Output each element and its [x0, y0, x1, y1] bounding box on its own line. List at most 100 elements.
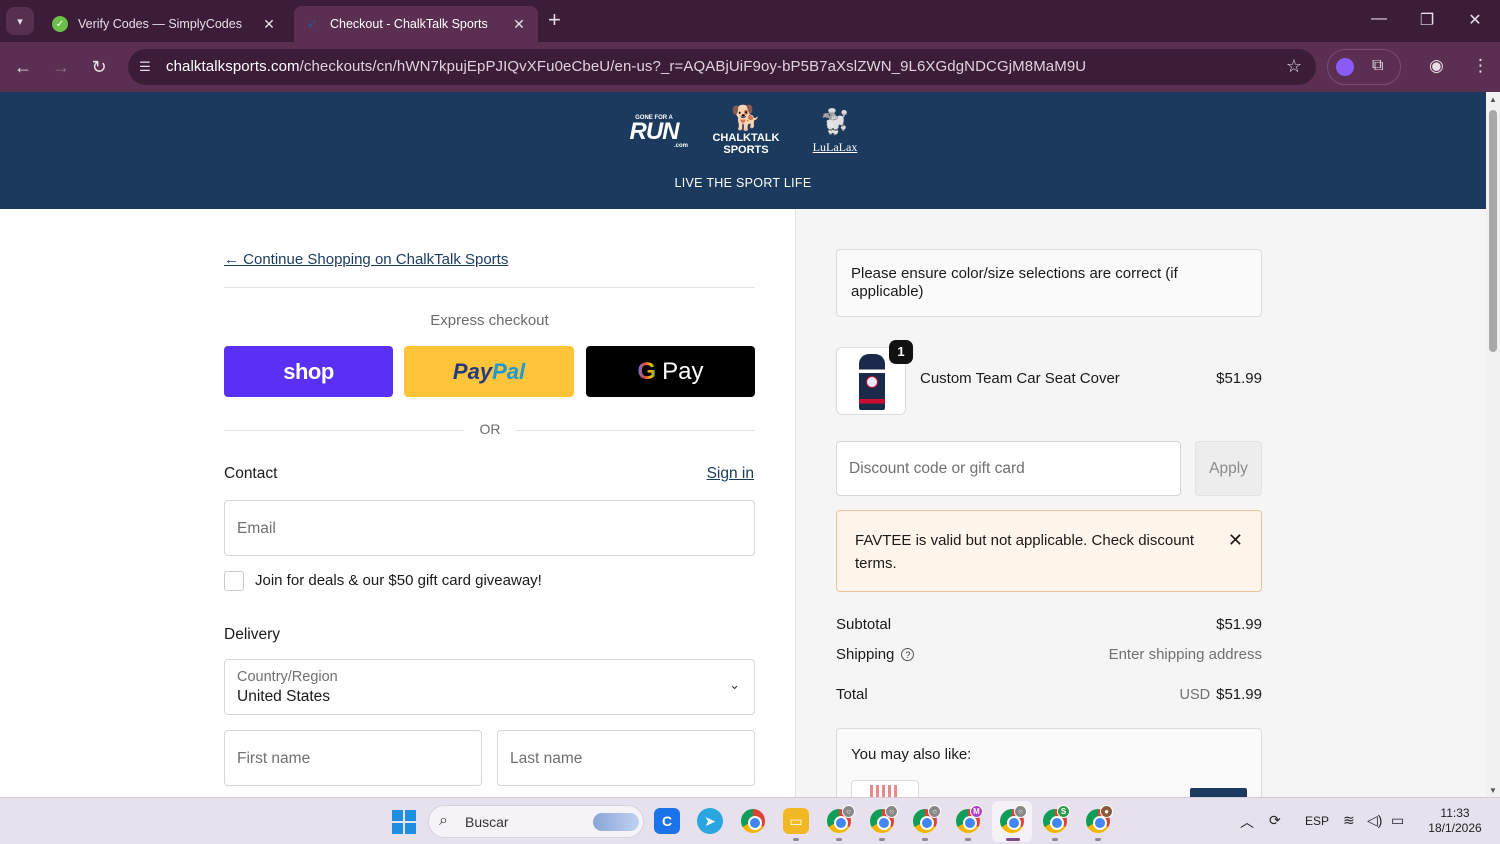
first-name-field[interactable]: First name: [224, 730, 482, 786]
profile-badge-icon: ○: [1014, 805, 1027, 818]
divider: [516, 430, 755, 431]
running-indicator: [1052, 838, 1058, 841]
profile-badge-icon: ○: [842, 805, 855, 818]
tab-search-button[interactable]: ▾: [6, 7, 34, 35]
gone-for-a-run-logo[interactable]: GONE FOR A RUN .com: [620, 106, 689, 162]
order-summary-column: Please ensure color/size selections are …: [796, 209, 1486, 810]
email-field[interactable]: Email: [224, 500, 755, 556]
volume-icon[interactable]: ◁): [1367, 812, 1382, 829]
subtotal-label: Subtotal: [836, 616, 892, 633]
delivery-heading: Delivery: [224, 626, 280, 643]
help-question-icon[interactable]: ?: [901, 648, 915, 661]
running-indicator: [1095, 838, 1101, 841]
checkout-form-column: ← Continue Shopping on ChalkTalk Sports …: [0, 209, 796, 797]
profile-icon[interactable]: ◉: [1429, 56, 1444, 76]
store-tagline: LIVE THE SPORT LIFE: [674, 176, 812, 190]
scroll-down-arrow-icon[interactable]: ▼: [1489, 786, 1497, 795]
running-indicator: [965, 838, 971, 841]
menu-kebab-icon[interactable]: ⋮: [1472, 56, 1489, 76]
sign-in-link[interactable]: Sign in: [707, 465, 754, 483]
bookmark-star-icon[interactable]: ☆: [1286, 56, 1302, 77]
windows-taskbar: ⌕ Buscar C ➤ ▭ ○ ○ ○ M ○ S ● ︿ ⟳ ESP ≋ ◁…: [0, 797, 1500, 844]
chevron-up-icon[interactable]: ︿: [1240, 812, 1254, 832]
google-pay-button[interactable]: G Pay: [586, 346, 755, 397]
battery-icon[interactable]: ▭: [1391, 812, 1404, 829]
taskbar-search[interactable]: ⌕ Buscar: [428, 805, 644, 838]
back-arrow-icon[interactable]: ←: [11, 55, 35, 79]
running-indicator: [879, 838, 885, 841]
profile-badge-icon: ●: [1100, 805, 1113, 818]
scroll-thumb[interactable]: [1489, 110, 1497, 352]
express-checkout-label: Express checkout: [430, 312, 549, 329]
wifi-icon[interactable]: ≋: [1343, 812, 1355, 829]
newsletter-label[interactable]: Join for deals & our $50 gift card givea…: [255, 572, 542, 589]
extensions-group: ⧉: [1327, 49, 1401, 85]
ai-extension-icon[interactable]: [1336, 58, 1354, 76]
url-text[interactable]: chalktalksports.com/checkouts/cn/hWN7kpu…: [166, 58, 1086, 75]
paypal-button[interactable]: Pay Pal: [404, 346, 574, 397]
discount-error-text: FAVTEE is valid but not applicable. Chec…: [855, 532, 1195, 572]
restore-icon[interactable]: ❐: [1412, 10, 1442, 30]
continue-shopping-link[interactable]: ← Continue Shopping on ChalkTalk Sports: [224, 251, 508, 268]
address-bar[interactable]: ☰ chalktalksports.com/checkouts/cn/hWN7k…: [128, 49, 1316, 85]
selection-notice: Please ensure color/size selections are …: [836, 249, 1262, 317]
browser-toolbar: ← → ↻ ☰ chalktalksports.com/checkouts/cn…: [0, 42, 1500, 92]
recommendations-title: You may also like:: [851, 746, 972, 763]
new-tab-button[interactable]: +: [548, 9, 561, 31]
or-separator: OR: [479, 421, 501, 437]
language-indicator[interactable]: ESP: [1305, 814, 1329, 828]
chrome-app-icon[interactable]: [741, 809, 765, 833]
divider: [224, 430, 464, 431]
active-indicator: [1006, 838, 1020, 841]
close-window-icon[interactable]: ✕: [1460, 10, 1490, 30]
forward-arrow-icon[interactable]: →: [49, 55, 73, 79]
discount-code-input[interactable]: Discount code or gift card: [836, 441, 1181, 496]
search-icon: ⌕: [439, 812, 448, 829]
chevron-down-icon: ⌄: [729, 677, 740, 692]
close-tab-icon[interactable]: ✕: [510, 16, 528, 33]
telegram-app-icon[interactable]: ➤: [697, 808, 723, 834]
newsletter-checkbox[interactable]: [224, 571, 244, 591]
last-name-field[interactable]: Last name: [497, 730, 755, 786]
tab-checkout[interactable]: ➶ Checkout - ChalkTalk Sports ✕: [294, 6, 538, 42]
simplycodes-favicon-icon: ✓: [52, 16, 68, 32]
total-value: $51.99: [1216, 686, 1262, 703]
running-indicator: [836, 838, 842, 841]
close-tab-icon[interactable]: ✕: [260, 16, 278, 33]
country-select[interactable]: Country/Region United States ⌄: [224, 659, 755, 715]
chalktalk-favicon-icon: ➶: [306, 16, 318, 31]
file-explorer-icon[interactable]: ▭: [783, 808, 809, 834]
shipping-label: Shipping: [836, 646, 895, 663]
shop-pay-button[interactable]: shop: [224, 346, 393, 397]
discount-error-banner: FAVTEE is valid but not applicable. Chec…: [836, 510, 1262, 592]
lulalax-logo[interactable]: 🐩 LuLaLax: [804, 106, 866, 162]
profile-badge-m: M: [970, 805, 983, 818]
system-clock[interactable]: 11:33 18/1/2026: [1418, 806, 1492, 836]
profile-badge-icon: ○: [885, 805, 898, 818]
greyhound-icon: 🐕: [731, 105, 761, 132]
dog-icon: 🐩: [820, 109, 850, 136]
reload-icon[interactable]: ↻: [87, 55, 111, 79]
extensions-puzzle-icon[interactable]: ⧉: [1372, 57, 1383, 75]
running-indicator: [793, 838, 799, 841]
tab-simplycodes[interactable]: ✓ Verify Codes — SimplyCodes ✕: [42, 6, 288, 42]
subtotal-row: Subtotal $51.99: [836, 616, 1262, 633]
copilot-app-icon[interactable]: C: [654, 808, 680, 834]
tab-strip: ▾ ✓ Verify Codes — SimplyCodes ✕ ➶ Check…: [0, 0, 1500, 42]
page-scrollbar[interactable]: ▲ ▼: [1486, 92, 1500, 797]
scroll-up-arrow-icon[interactable]: ▲: [1489, 95, 1497, 104]
subtotal-value: $51.99: [1216, 616, 1262, 633]
store-header: GONE FOR A RUN .com 🐕 CHALKTALK SPORTS 🐩…: [0, 92, 1486, 209]
product-name: Custom Team Car Seat Cover: [920, 370, 1120, 387]
profile-badge-s: S: [1057, 805, 1070, 818]
minimize-icon[interactable]: —: [1364, 10, 1394, 28]
sync-icon[interactable]: ⟳: [1269, 812, 1281, 829]
site-info-icon[interactable]: ☰: [136, 58, 154, 76]
quantity-badge: 1: [889, 340, 913, 364]
team-logo-image: [866, 376, 878, 388]
close-icon[interactable]: ✕: [1228, 530, 1243, 551]
total-row: Total USD $51.99: [836, 686, 1262, 703]
chalktalk-sports-logo[interactable]: 🐕 CHALKTALK SPORTS: [702, 106, 790, 162]
apply-discount-button[interactable]: Apply: [1195, 441, 1262, 496]
windows-start-icon[interactable]: [392, 810, 416, 834]
